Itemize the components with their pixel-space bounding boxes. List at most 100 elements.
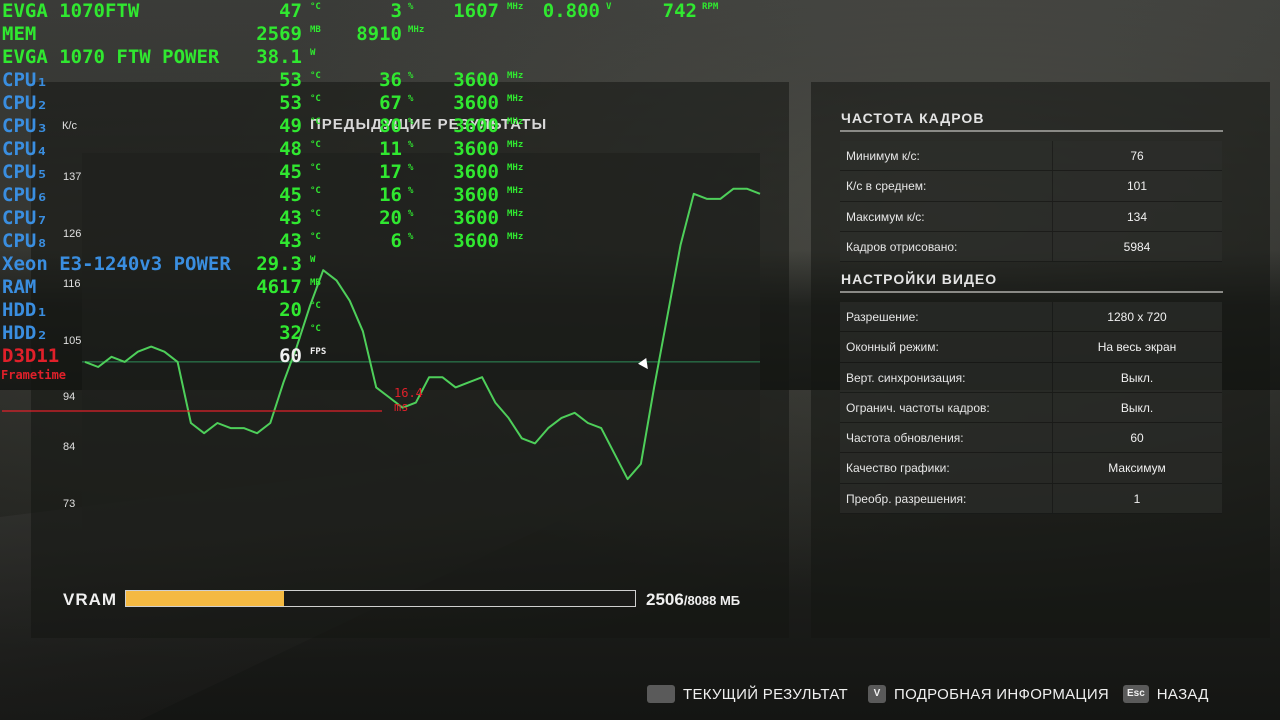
osd-cpu-clock: 3600 [453, 207, 499, 229]
osd-unit: MB [310, 25, 321, 35]
back-button[interactable]: Esc НАЗАД [1123, 683, 1209, 705]
osd-unit: % [408, 163, 414, 173]
table-row: Кадров отрисовано: 5984 [840, 231, 1222, 263]
osd-cpu-temp: 45 [279, 161, 302, 183]
v-key-icon: V [868, 685, 886, 703]
osd-cpu-temp: 53 [279, 69, 302, 91]
osd-unit: % [408, 186, 414, 196]
osd-gpu-power-label: EVGA 1070 FTW POWER [2, 46, 220, 68]
osd-gpu-clock: 1607 [453, 0, 499, 22]
table-row: Огранич. частоты кадров: Выкл. [840, 392, 1222, 424]
osd-unit: MHz [507, 2, 524, 12]
current-result-button[interactable]: ТЕКУЩИЙ РЕЗУЛЬТАТ [647, 683, 848, 705]
osd-unit: MB [310, 278, 321, 288]
osd-unit: % [408, 2, 414, 12]
osd-fps-value: 60 [279, 345, 302, 367]
vram-total: /8088 МБ [683, 593, 741, 608]
osd-gpu-label: EVGA 1070FTW [2, 0, 140, 22]
osd-unit: MHz [507, 117, 524, 127]
osd-unit: °C [310, 163, 321, 173]
vram-label: VRAM [63, 590, 118, 609]
osd-unit: MHz [408, 25, 425, 35]
osd-ram-label: RAM [2, 276, 37, 298]
row-value: 5984 [1123, 239, 1151, 254]
osd-unit: MHz [507, 163, 524, 173]
osd-unit: W [310, 48, 316, 58]
osd-cpu-load: 67 [379, 92, 402, 114]
row-key: Оконный режим: [846, 340, 939, 355]
table-row: Разрешение: 1280 x 720 [840, 302, 1222, 333]
table-row: Преобр. разрешения: 1 [840, 483, 1222, 515]
osd-unit: % [408, 71, 414, 81]
osd-cpu-label: CPU₇ [2, 207, 48, 229]
osd-cpu-power-value: 29.3 [256, 253, 302, 275]
osd-cpu-clock: 3600 [453, 115, 499, 137]
osd-cpu-temp: 45 [279, 184, 302, 206]
row-key: Кадров отрисовано: [846, 239, 958, 254]
osd-cpu-label: CPU₅ [2, 161, 48, 183]
row-value: 76 [1130, 149, 1144, 163]
osd-cpu-label: CPU₄ [2, 138, 48, 160]
row-key: Максимум к/с: [846, 209, 925, 224]
osd-cpu-load: 80 [379, 115, 402, 137]
osd-cpu-clock: 3600 [453, 230, 499, 252]
osd-unit: °C [310, 186, 321, 196]
osd-cpu-temp: 53 [279, 92, 302, 114]
osd-cpu-load: 16 [379, 184, 402, 206]
table-row: К/с в среднем: 101 [840, 171, 1222, 202]
osd-unit: MHz [507, 186, 524, 196]
osd-cpu-temp: 43 [279, 230, 302, 252]
chart-series-line [84, 187, 761, 481]
osd-gpu-power-value: 38.1 [256, 46, 302, 68]
vram-used: 2506 [646, 590, 684, 609]
osd-cpu-load: 20 [379, 207, 402, 229]
osd-unit: MHz [507, 94, 524, 104]
osd-cpu-temp: 49 [279, 115, 302, 137]
table-row: Верт. синхронизация: Выкл. [840, 362, 1222, 393]
osd-unit: RPM [702, 2, 719, 12]
row-value: 1 [1133, 491, 1141, 506]
row-key: Огранич. частоты кадров: [846, 400, 990, 415]
row-value: Максимум [1108, 461, 1166, 476]
osd-cpu-label: CPU₆ [2, 184, 48, 206]
row-value: 101 [1126, 179, 1148, 194]
row-value: Выкл. [1120, 400, 1154, 415]
osd-gpu-temp: 47 [279, 0, 302, 22]
osd-unit: MHz [507, 71, 524, 81]
osd-unit: °C [310, 71, 321, 81]
osd-unit: % [408, 117, 414, 127]
row-value: 134 [1126, 209, 1148, 224]
osd-unit: % [408, 209, 414, 219]
esc-key-icon: Esc [1123, 685, 1149, 703]
osd-unit: MHz [507, 140, 524, 150]
osd-cpu-power-label: Xeon E3-1240v3 POWER [2, 253, 231, 275]
vram-usage-text: 2506/8088 МБ [646, 590, 740, 610]
osd-unit: MHz [507, 232, 524, 242]
osd-frametime-label: Frametime [1, 368, 67, 382]
osd-unit: W [310, 255, 316, 265]
osd-cpu-clock: 3600 [453, 69, 499, 91]
osd-cpu-clock: 3600 [453, 138, 499, 160]
frame-rate-title: ЧАСТОТА КАДРОВ [841, 110, 985, 126]
osd-cpu-load: 36 [379, 69, 402, 91]
row-value: 1280 x 720 [1107, 310, 1167, 324]
row-key: Преобр. разрешения: [846, 491, 967, 506]
row-key: Качество графики: [846, 461, 950, 476]
osd-mem-clock: 8910 [356, 23, 402, 45]
details-button[interactable]: V ПОДРОБНАЯ ИНФОРМАЦИЯ [868, 683, 1109, 705]
osd-unit: °C [310, 2, 321, 12]
osd-mem-used: 2569 [256, 23, 302, 45]
osd-unit: °C [310, 117, 321, 127]
osd-hdd1-label: HDD₁ [2, 299, 48, 321]
osd-cpu-clock: 3600 [453, 92, 499, 114]
osd-unit: FPS [310, 347, 327, 357]
back-label: НАЗАД [1156, 685, 1209, 703]
osd-cpu-label: CPU₃ [2, 115, 48, 137]
osd-cpu-load: 17 [379, 161, 402, 183]
row-value: На весь экран [1097, 340, 1177, 355]
row-key: Минимум к/с: [846, 149, 920, 163]
vram-bar-fill [126, 591, 284, 606]
osd-unit: % [408, 94, 414, 104]
osd-gpu-load: 3 [390, 0, 402, 22]
video-settings-title: НАСТРОЙКИ ВИДЕО [841, 271, 998, 287]
